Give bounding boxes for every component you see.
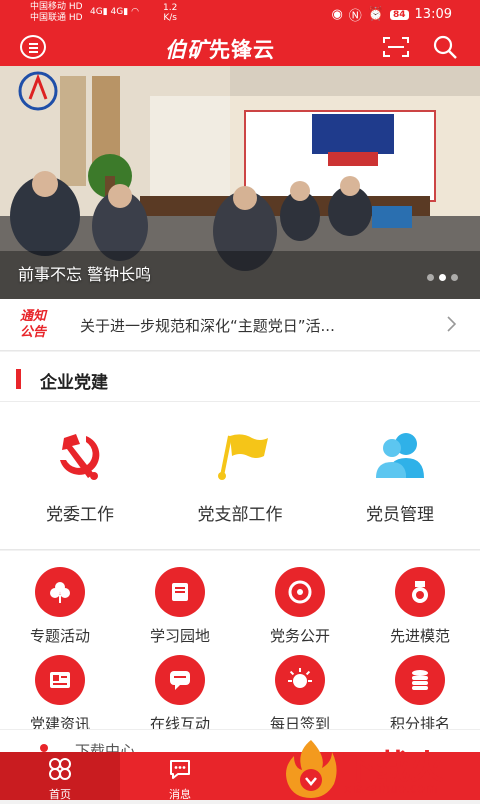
chevron-right-icon[interactable] [446,316,456,332]
sub-item-affairs-open[interactable]: 党务公开 [240,567,360,646]
banner-carousel[interactable]: 前事不忘 警钟长鸣 [0,66,480,299]
message-icon [170,760,190,779]
sun-face-icon [288,668,312,688]
app-title-logo: 伯矿 [165,37,209,62]
signal-1-label: 4G [90,7,103,17]
battery-indicator: 84 [390,9,409,20]
section-header: 企业党建 [0,352,480,402]
sub-item-label: 先进模范 [389,627,450,645]
main-item-label: 党员管理 [366,505,434,525]
carousel-dot-2[interactable] [439,274,446,281]
main-item-party-committee[interactable]: 党委工作 [5,430,155,525]
clock: 13:09 [414,7,452,22]
scan-icon[interactable] [383,37,409,57]
share-icon [288,580,312,604]
main-item-label: 党支部工作 [197,505,283,525]
main-feature-grid: 党委工作 党支部工作 党员管理 [0,402,480,550]
search-icon[interactable] [432,34,458,60]
carrier-2: 中国联通 [30,13,67,23]
app-title: 伯矿先锋云 [165,34,275,64]
sub-item-topic-activity[interactable]: 专题活动 [0,567,120,646]
tab-messages[interactable]: 消息 [120,752,240,801]
sub-item-model[interactable]: 先进模范 [360,567,480,646]
carrier-1-tag: HD [68,2,83,12]
banner-caption: 前事不忘 警钟长鸣 [18,265,152,284]
main-item-member-mgmt[interactable]: 党员管理 [325,430,475,525]
chat-icon [170,671,190,690]
watermark-url: xiazaihuo.com [344,782,438,797]
notice-badge: 通知 公告 [20,309,60,343]
sub-item-study-garden[interactable]: 学习园地 [120,567,240,646]
sub-item-daily-checkin[interactable]: 每日签到 [240,655,360,734]
notice-badge-line-2: 公告 [20,325,47,340]
notice-text[interactable]: 关于进一步规范和深化“主题党日”活... [80,315,420,336]
carrier-2-tag: HD [68,13,83,23]
sub-item-label: 专题活动 [29,627,90,645]
sub-feature-grid: 专题活动 学习园地 党务公开 先进模范 党建资讯 在线互动 每日签到 积分排名 [0,551,480,733]
notice-bar[interactable]: 通知 公告 关于进一步规范和深化“主题党日”活... [0,299,480,351]
net-speed-value: 1.2 [163,3,178,13]
carrier-1: 中国移动 [30,2,67,12]
hammer-sickle-icon [60,434,100,480]
section-dot-icon [40,744,48,752]
sub-item-points-rank[interactable]: 积分排名 [360,655,480,734]
app-title-text: 先锋云 [209,37,275,62]
home-clover-icon [49,758,71,780]
tab-home[interactable]: 首页 [0,752,120,801]
sub-item-news[interactable]: 党建资讯 [0,655,120,734]
menu-icon[interactable] [20,35,46,59]
section-accent-bar [16,369,21,389]
flame-logo-icon [286,740,337,798]
notice-badge-line-1: 通知 [20,309,47,324]
sub-item-label: 学习园地 [149,627,210,645]
book-icon [172,583,188,601]
clover-icon [50,582,70,603]
watermark: 下载火 xiazaihuo.com [282,738,480,800]
app-header: 伯矿先锋云 [0,28,480,66]
flag-icon [218,434,268,480]
sub-item-label: 党务公开 [269,627,330,645]
signal-2-label: 4G [110,7,124,17]
status-bar: 中国移动 HD 中国联通 HD 4G▮ 4G▮ ◠ 1.2 K/s ◉ Ⓝ ⏰ … [0,0,480,28]
eye-icon: ◉ [331,7,343,22]
main-item-label: 党委工作 [46,505,114,525]
main-item-branch-work[interactable]: 党支部工作 [165,430,315,525]
coins-icon [412,670,428,690]
carrier-info: 中国移动 HD 中国联通 HD [30,2,83,24]
net-speed-unit: K/s [163,13,177,23]
section-title: 企业党建 [40,373,108,393]
sub-item-online-interact[interactable]: 在线互动 [120,655,240,734]
signal-icons: 4G▮ 4G▮ ◠ [90,7,139,17]
nfc-icon: Ⓝ [348,9,362,24]
carousel-dot-1[interactable] [427,274,434,281]
medal-icon [412,581,428,603]
carousel-dots [427,274,458,281]
news-icon [50,672,70,688]
net-speed: 1.2 K/s [163,3,177,23]
members-icon [376,433,424,478]
carousel-dot-3[interactable] [451,274,458,281]
wifi-icon: ◠ [131,7,139,17]
alarm-icon: ⏰ [367,7,384,22]
